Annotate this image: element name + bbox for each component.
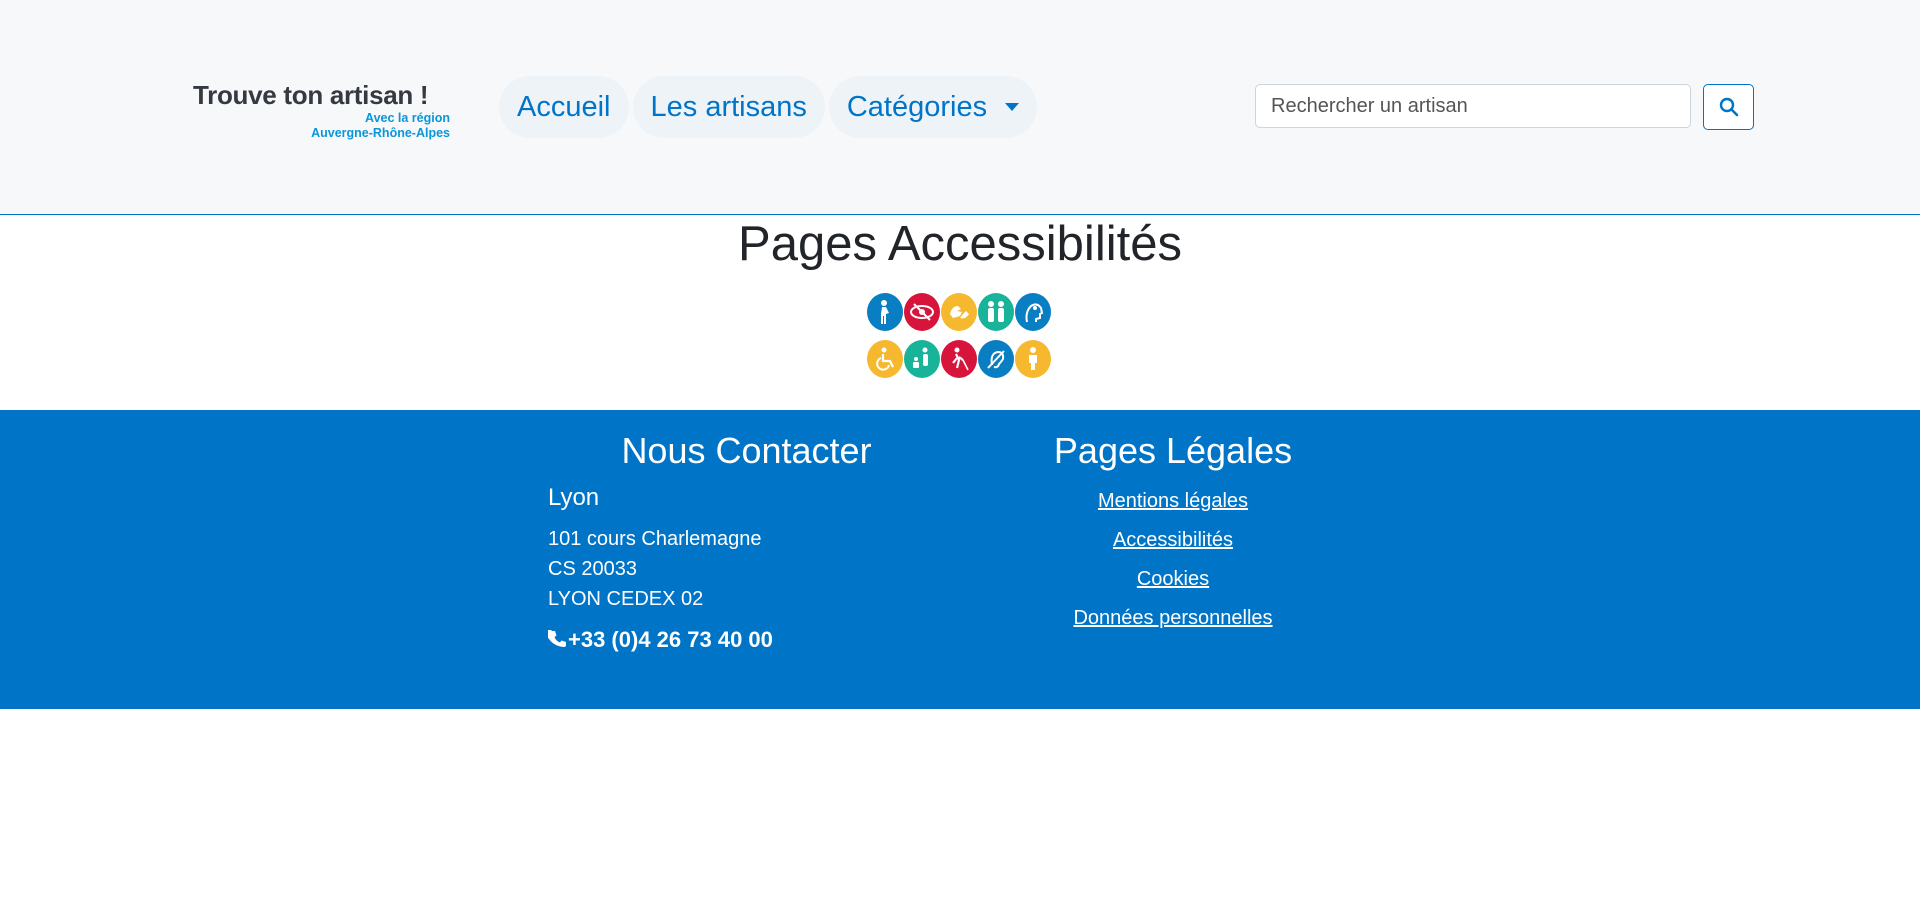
contact-city: Lyon	[548, 484, 600, 511]
seniors-icon	[978, 293, 1014, 331]
logo-region: Auvergne-Rhône-Alpes	[311, 126, 450, 140]
main-nav: Accueil Les artisans Catégories	[499, 76, 1038, 138]
search-input[interactable]	[1255, 84, 1691, 128]
caret-down-icon	[1005, 103, 1020, 111]
link-accessibilites[interactable]: Accessibilités	[1040, 529, 1306, 552]
phone-icon	[548, 630, 566, 647]
address-line: LYON CEDEX 02	[548, 588, 704, 610]
contact-title: Nous Contacter	[621, 430, 872, 471]
child-stroller-icon	[904, 340, 940, 378]
logo-subtitle: Avec la région	[365, 111, 450, 125]
contact-section: Nous Contacter Lyon 101 cours Charlemagn…	[548, 430, 945, 653]
pregnant-person-icon	[867, 293, 903, 331]
link-cookies[interactable]: Cookies	[1040, 568, 1306, 591]
logo-title: Trouve ton artisan !	[193, 80, 429, 110]
nav-item-categories-dropdown[interactable]: Catégories	[828, 76, 1038, 138]
link-donnees-personnelles[interactable]: Données personnelles	[1040, 607, 1306, 630]
visual-impairment-icon	[904, 293, 940, 331]
search-button[interactable]	[1703, 84, 1754, 130]
nav-item-label: Les artisans	[650, 90, 807, 123]
nav-item-label: Catégories	[846, 90, 988, 123]
address-line: CS 20033	[548, 558, 637, 580]
site-logo[interactable]: Trouve ton artisan ! Avec la région Auve…	[193, 80, 450, 141]
sign-language-icon	[941, 293, 977, 331]
phone-number: +33 (0)4 26 73 40 00	[568, 627, 773, 652]
wheelchair-icon	[867, 340, 903, 378]
legal-section: Pages Légales Mentions légales Accessibi…	[1040, 430, 1306, 630]
address-line: 101 cours Charlemagne	[548, 528, 762, 550]
hearing-impairment-icon	[978, 340, 1014, 378]
mental-disability-icon	[1015, 293, 1051, 331]
accessibility-icons	[867, 293, 1053, 387]
legal-title: Pages Légales	[1053, 430, 1293, 471]
site-footer: Nous Contacter Lyon 101 cours Charlemagn…	[0, 410, 1920, 709]
nav-item-les-artisans[interactable]: Les artisans	[632, 76, 825, 138]
link-mentions-legales[interactable]: Mentions légales	[1040, 490, 1306, 513]
contact-phone[interactable]: +33 (0)4 26 73 40 00	[548, 627, 945, 653]
search-icon	[1719, 97, 1738, 117]
nav-item-accueil[interactable]: Accueil	[499, 76, 629, 138]
nav-item-label: Accueil	[517, 90, 611, 123]
site-header: Trouve ton artisan ! Avec la région Auve…	[0, 0, 1920, 215]
blind-cane-icon	[941, 340, 977, 378]
page-title: Pages Accessibilités	[738, 217, 1182, 271]
contact-address: 101 cours Charlemagne CS 20033 LYON CEDE…	[548, 524, 945, 614]
person-icon	[1015, 340, 1051, 378]
